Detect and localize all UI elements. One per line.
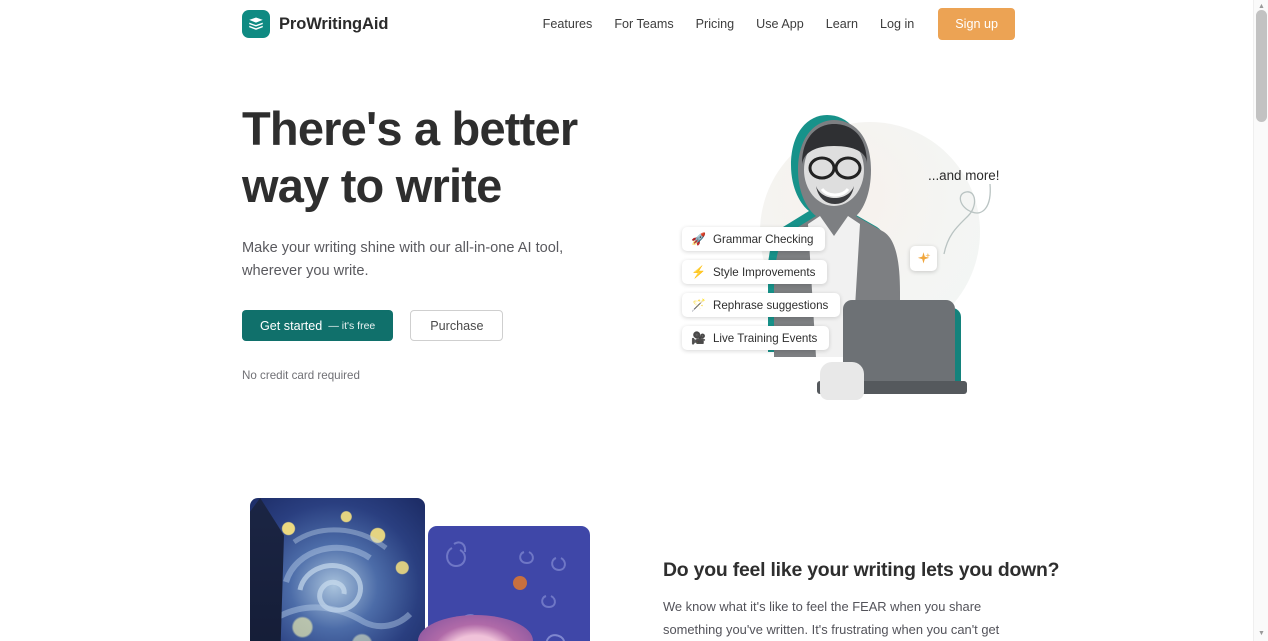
feature-chip-rephrase-suggestions: 🪄 Rephrase suggestions xyxy=(682,293,841,317)
movie-camera-icon: 🎥 xyxy=(691,331,706,345)
hero-title-line-2: way to write xyxy=(242,159,502,212)
balloon-doodle-icon xyxy=(943,183,991,255)
nav-item-log-in[interactable]: Log in xyxy=(869,12,925,37)
sign-up-button[interactable]: Sign up xyxy=(938,8,1015,40)
nav-item-use-app[interactable]: Use App xyxy=(745,12,815,37)
no-credit-card-note: No credit card required xyxy=(242,369,360,382)
hero-title: There's a better way to write xyxy=(242,100,662,214)
hero-copy: There's a better way to write Make your … xyxy=(242,100,662,382)
purchase-button[interactable]: Purchase xyxy=(410,310,504,341)
feature-chip-label: Live Training Events xyxy=(712,331,818,345)
site-header: ProWritingAid Features For Teams Pricing… xyxy=(0,0,1253,48)
feature-chip-live-training-events: 🎥 Live Training Events xyxy=(682,326,830,350)
starry-night-image xyxy=(250,498,425,641)
and-more-label: ...and more! xyxy=(928,168,1000,183)
feature-chip-label: Style Improvements xyxy=(712,265,816,279)
get-started-button[interactable]: Get started — it's free xyxy=(242,310,394,341)
section-two-body: We know what it's like to feel the FEAR … xyxy=(663,599,1000,637)
feature-chip-style-improvements: ⚡ Style Improvements xyxy=(682,260,828,284)
prowritingaid-book-logo-icon xyxy=(242,10,270,38)
nav-item-pricing[interactable]: Pricing xyxy=(685,12,746,37)
sparkles-icon xyxy=(910,246,937,271)
browser-viewport: ProWritingAid Features For Teams Pricing… xyxy=(0,0,1268,641)
brand-name: ProWritingAid xyxy=(279,14,389,33)
section-two-title: Do you feel like your writing lets you d… xyxy=(663,559,1060,581)
nav-item-features[interactable]: Features xyxy=(532,12,604,37)
hero-subtitle: Make your writing shine with our all-in-… xyxy=(242,240,564,279)
rocket-icon: 🚀 xyxy=(691,232,706,246)
scroll-down-arrow-icon[interactable]: ▼ xyxy=(1254,627,1268,641)
main-navigation: Features For Teams Pricing Use App Learn… xyxy=(532,8,1015,40)
nav-item-learn[interactable]: Learn xyxy=(815,12,869,37)
hero-illustration: 🚀 Grammar Checking ⚡ Style Improvements … xyxy=(660,100,1020,400)
scrollbar-thumb[interactable] xyxy=(1256,10,1267,122)
feature-chip-grammar-checking: 🚀 Grammar Checking xyxy=(682,227,826,251)
hero-title-line-1: There's a better xyxy=(242,102,578,155)
get-started-sublabel: — it's free xyxy=(328,319,376,332)
page-scrollbar[interactable]: ▲ ▼ xyxy=(1253,0,1268,641)
brand-logo-link[interactable]: ProWritingAid xyxy=(242,10,388,38)
feature-chip-label: Rephrase suggestions xyxy=(712,298,829,312)
hero-actions: Get started — it's free Purchase xyxy=(242,310,662,341)
section-two-copy: Do you feel like your writing lets you d… xyxy=(663,559,1060,641)
feature-chip-list: 🚀 Grammar Checking ⚡ Style Improvements … xyxy=(682,227,841,350)
get-started-label: Get started xyxy=(260,318,323,333)
lightning-bolt-icon: ⚡ xyxy=(691,265,706,279)
magic-wand-icon: 🪄 xyxy=(691,298,706,312)
hand-prop xyxy=(820,362,864,400)
nav-item-for-teams[interactable]: For Teams xyxy=(603,12,684,37)
feature-chip-label: Grammar Checking xyxy=(712,232,814,246)
writing-lets-you-down-section: My idea in my head Do you feel like your… xyxy=(0,495,1253,641)
